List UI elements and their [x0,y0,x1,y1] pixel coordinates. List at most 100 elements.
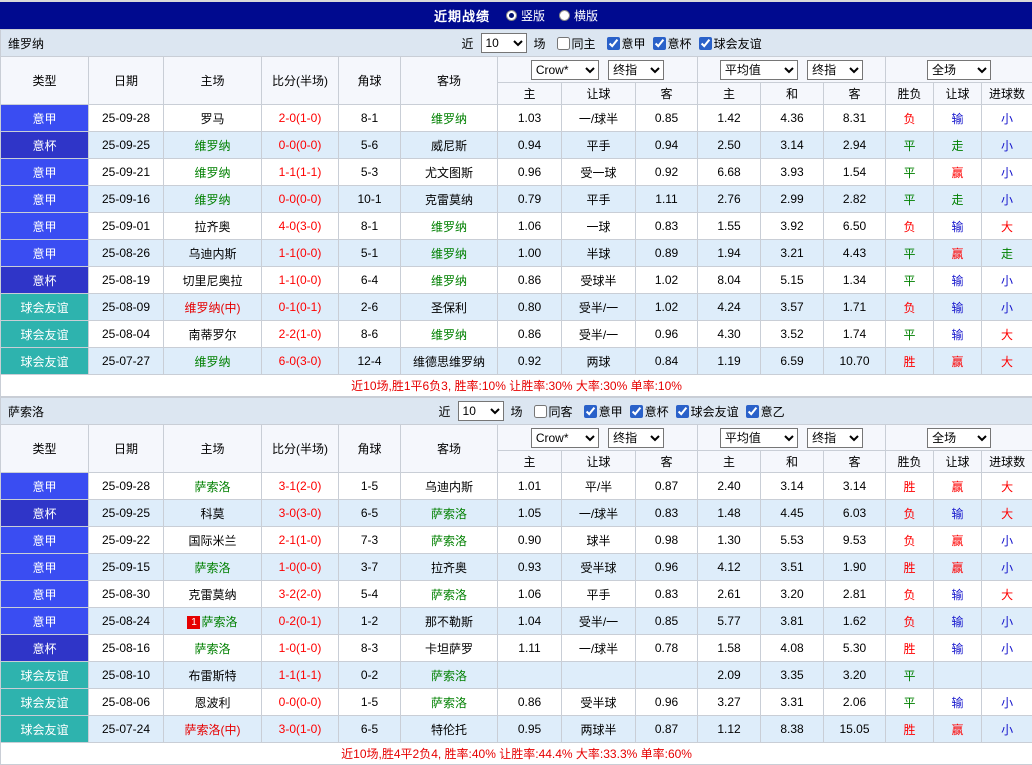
home-team-cell[interactable]: 布雷斯特 [164,662,262,689]
away-team-cell[interactable]: 维罗纳 [401,213,498,240]
away-team-cell[interactable]: 维罗纳 [401,240,498,267]
league-filter[interactable]: 意杯 [630,403,669,420]
home-team-cell[interactable]: 维罗纳 [164,159,262,186]
away-team-cell[interactable]: 萨索洛 [401,581,498,608]
home-team-cell[interactable]: 乌迪内斯 [164,240,262,267]
col-corner: 角球 [339,425,401,473]
avg-away-cell: 1.34 [824,267,886,294]
col-date: 日期 [89,57,164,105]
match-row: 意甲 25-08-24 1萨索洛 0-2(0-1) 1-2 那不勒斯 1.04 … [1,608,1032,635]
odds-away-cell: 0.85 [636,105,698,132]
col-home: 主场 [164,425,262,473]
away-team-cell[interactable]: 尤文图斯 [401,159,498,186]
goals-result-cell: 小 [982,635,1032,662]
home-team-cell[interactable]: 萨索洛 [164,635,262,662]
same-venue-filter[interactable]: 同客 [534,403,573,420]
home-team-cell[interactable]: 拉齐奥 [164,213,262,240]
avg-source-select[interactable]: 平均值 [720,428,798,448]
home-team-cell[interactable]: 罗马 [164,105,262,132]
home-team-label: 国际米兰 [188,534,236,548]
scope-select[interactable]: 全场 [927,428,991,448]
radio-icon[interactable] [506,10,517,21]
away-team-cell[interactable]: 威尼斯 [401,132,498,159]
corner-cell: 12-4 [339,348,401,375]
handicap-result-cell: 输 [934,689,982,716]
odds-source-select[interactable]: Crow* [531,60,599,80]
home-team-cell[interactable]: 萨索洛(中) [164,716,262,743]
date-cell: 25-08-16 [89,635,164,662]
league-checkbox[interactable] [653,37,666,50]
home-team-cell[interactable]: 维罗纳 [164,348,262,375]
league-filter[interactable]: 意甲 [607,35,646,52]
odds-source-select[interactable]: Crow* [531,428,599,448]
odds-final-select[interactable]: 终指 [608,428,664,448]
scope-select[interactable]: 全场 [927,60,991,80]
match-row: 意甲 25-09-16 维罗纳 0-0(0-0) 10-1 克雷莫纳 0.79 … [1,186,1032,213]
same-venue-checkbox[interactable] [534,405,547,418]
league-checkbox[interactable] [676,405,689,418]
odds-home-cell: 0.92 [498,348,562,375]
odds-away-cell: 0.83 [636,581,698,608]
games-label: 场 [511,403,523,420]
league-type-cell: 球会友谊 [1,348,89,375]
away-team-cell[interactable]: 萨索洛 [401,689,498,716]
home-team-cell[interactable]: 维罗纳 [164,186,262,213]
same-venue-checkbox[interactable] [557,37,570,50]
recent-count-select[interactable]: 10 [481,33,527,53]
away-team-cell[interactable]: 萨索洛 [401,527,498,554]
same-venue-filter[interactable]: 同主 [557,35,596,52]
home-team-cell[interactable]: 南蒂罗尔 [164,321,262,348]
away-team-cell[interactable]: 克雷莫纳 [401,186,498,213]
away-team-cell[interactable]: 维德思维罗纳 [401,348,498,375]
odds-home-cell: 1.11 [498,635,562,662]
league-checkbox[interactable] [746,405,759,418]
away-team-cell[interactable]: 那不勒斯 [401,608,498,635]
league-filter[interactable]: 球会友谊 [676,403,739,420]
home-team-cell[interactable]: 恩波利 [164,689,262,716]
away-team-cell[interactable]: 圣保利 [401,294,498,321]
league-checkbox[interactable] [630,405,643,418]
home-team-cell[interactable]: 萨索洛 [164,473,262,500]
avg-draw-cell: 3.92 [761,213,824,240]
away-team-cell[interactable]: 乌迪内斯 [401,473,498,500]
odds-group-cell: Crow* 终指 [498,425,698,451]
home-team-cell[interactable]: 1萨索洛 [164,608,262,635]
league-checkbox[interactable] [607,37,620,50]
avg-final-select[interactable]: 终指 [807,428,863,448]
home-team-label: 萨索洛 [194,480,230,494]
home-team-cell[interactable]: 切里尼奥拉 [164,267,262,294]
away-team-cell[interactable]: 维罗纳 [401,267,498,294]
away-team-cell[interactable]: 维罗纳 [401,105,498,132]
avg-source-select[interactable]: 平均值 [720,60,798,80]
results-table: 萨索洛 近 10 场 同客 意甲意杯球会友谊意乙 类型 日期 [0,397,1032,765]
odds-final-select[interactable]: 终指 [608,60,664,80]
corner-cell: 8-3 [339,635,401,662]
away-team-cell[interactable]: 卡坦萨罗 [401,635,498,662]
avg-final-select[interactable]: 终指 [807,60,863,80]
corner-cell: 6-5 [339,716,401,743]
away-team-cell[interactable]: 维罗纳 [401,321,498,348]
odds-away-cell: 1.11 [636,186,698,213]
layout-radio-horizontal[interactable]: 横版 [559,7,598,24]
league-filter[interactable]: 意杯 [653,35,692,52]
layout-radio-vertical[interactable]: 竖版 [506,7,545,24]
home-team-cell[interactable]: 维罗纳 [164,132,262,159]
avg-group-cell: 平均值 终指 [698,425,886,451]
home-team-cell[interactable]: 国际米兰 [164,527,262,554]
away-team-cell[interactable]: 特伦托 [401,716,498,743]
away-team-cell[interactable]: 萨索洛 [401,500,498,527]
league-checkbox[interactable] [584,405,597,418]
radio-icon[interactable] [559,10,570,21]
away-team-cell[interactable]: 萨索洛 [401,662,498,689]
home-team-cell[interactable]: 科莫 [164,500,262,527]
league-filter[interactable]: 球会友谊 [699,35,762,52]
home-team-cell[interactable]: 克雷莫纳 [164,581,262,608]
away-team-cell[interactable]: 拉齐奥 [401,554,498,581]
col-odds-home: 主 [498,451,562,473]
league-filter[interactable]: 意甲 [584,403,623,420]
league-filter[interactable]: 意乙 [746,403,785,420]
league-checkbox[interactable] [699,37,712,50]
home-team-cell[interactable]: 萨索洛 [164,554,262,581]
home-team-cell[interactable]: 维罗纳(中) [164,294,262,321]
recent-count-select[interactable]: 10 [458,401,504,421]
